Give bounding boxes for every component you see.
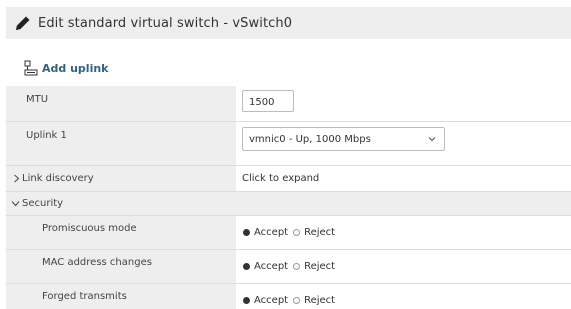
uplink1-label-cell: Uplink 1 (6, 122, 236, 165)
mtu-row: MTU 1500 (6, 86, 571, 122)
mtu-label-cell: MTU (6, 86, 236, 121)
mtu-value-cell: 1500 (236, 86, 571, 121)
forged-reject-label[interactable]: Reject (304, 295, 335, 306)
promiscuous-mode-row: Promiscuous mode Accept Reject (6, 216, 571, 250)
mac-address-changes-row: MAC address changes Accept Reject (6, 250, 571, 284)
mac-address-changes-value-cell: Accept Reject (236, 250, 571, 283)
link-discovery-label: Link discovery (22, 173, 94, 184)
mac-address-changes-radio-group: Accept Reject (243, 261, 340, 272)
link-discovery-label-cell: Link discovery (6, 166, 236, 191)
security-label: Security (22, 198, 64, 209)
add-uplink-label: Add uplink (42, 61, 109, 75)
link-discovery-value[interactable]: Click to expand (242, 173, 319, 184)
uplink1-selected-value: vmnic0 - Up, 1000 Mbps (249, 134, 371, 145)
forged-accept-radio[interactable] (243, 297, 250, 304)
security-label-cell: Security (6, 192, 236, 215)
chevron-down-icon[interactable] (11, 199, 20, 208)
promiscuous-mode-radio-group: Accept Reject (243, 227, 340, 238)
chevron-right-icon[interactable] (12, 174, 21, 183)
forged-reject-radio[interactable] (293, 297, 301, 304)
promiscuous-reject-radio[interactable] (293, 229, 301, 236)
uplink1-label: Uplink 1 (26, 130, 67, 141)
promiscuous-accept-radio[interactable] (243, 229, 250, 236)
link-discovery-value-cell: Click to expand (236, 166, 571, 191)
forged-transmits-row: Forged transmits Accept Reject (6, 284, 571, 309)
forged-transmits-radio-group: Accept Reject (243, 295, 340, 306)
mac-address-changes-label: MAC address changes (42, 257, 152, 268)
link-discovery-row[interactable]: Link discovery Click to expand (6, 166, 571, 192)
mac-accept-label[interactable]: Accept (254, 261, 288, 272)
uplink1-value-cell: vmnic0 - Up, 1000 Mbps (236, 122, 571, 165)
forged-transmits-value-cell: Accept Reject (236, 284, 571, 309)
uplink1-select[interactable]: vmnic0 - Up, 1000 Mbps (242, 127, 445, 151)
promiscuous-mode-label-cell: Promiscuous mode (6, 216, 236, 249)
promiscuous-mode-label: Promiscuous mode (42, 223, 137, 234)
security-value-cell (236, 192, 571, 215)
security-row[interactable]: Security (6, 192, 571, 216)
promiscuous-mode-value-cell: Accept Reject (236, 216, 571, 249)
dialog-title-bar: Edit standard virtual switch - vSwitch0 (6, 7, 571, 39)
mac-reject-radio[interactable] (293, 263, 301, 270)
pencil-icon (16, 16, 30, 30)
chevron-down-icon (428, 137, 436, 142)
mac-reject-label[interactable]: Reject (304, 261, 335, 272)
promiscuous-accept-label[interactable]: Accept (254, 227, 288, 238)
mtu-label: MTU (26, 94, 49, 105)
edit-vswitch-dialog: Edit standard virtual switch - vSwitch0 … (0, 0, 571, 309)
add-uplink-button[interactable]: Add uplink (24, 58, 108, 78)
uplink1-row: Uplink 1 vmnic0 - Up, 1000 Mbps (6, 122, 571, 166)
forged-transmits-label: Forged transmits (42, 291, 127, 302)
forged-transmits-label-cell: Forged transmits (6, 284, 236, 309)
forged-accept-label[interactable]: Accept (254, 295, 288, 306)
mac-accept-radio[interactable] (243, 263, 250, 270)
mtu-input[interactable]: 1500 (242, 90, 294, 112)
network-adapter-icon (24, 60, 38, 76)
dialog-title: Edit standard virtual switch - vSwitch0 (38, 15, 293, 31)
promiscuous-reject-label[interactable]: Reject (304, 227, 335, 238)
mac-address-changes-label-cell: MAC address changes (6, 250, 236, 283)
properties-grid: MTU 1500 Uplink 1 vmnic0 - Up, 1000 Mbps (6, 86, 571, 309)
